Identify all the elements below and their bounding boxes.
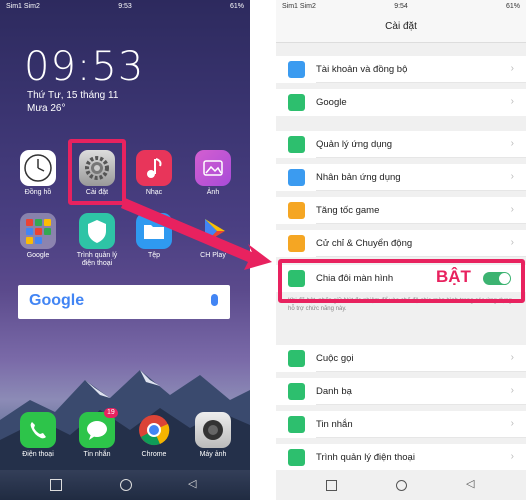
- settings-screen: Sim1 Sim2 9:54 61% Cài đặt Tài khoản và …: [276, 0, 526, 500]
- settings-row-app-clone[interactable]: Nhân bản ứng dụng ›: [276, 164, 526, 191]
- chevron-right-icon: ›: [510, 204, 514, 215]
- hand-gesture-icon: [288, 235, 305, 252]
- row-label: Cử chỉ & Chuyển động: [316, 238, 413, 249]
- row-label: Danh bạ: [316, 386, 352, 397]
- message-icon: [288, 416, 305, 433]
- settings-row-accounts[interactable]: Tài khoản và đồng bộ ›: [276, 56, 526, 83]
- shield-icon: [288, 449, 305, 466]
- google-icon: [288, 94, 305, 111]
- settings-row-game-boost[interactable]: Tăng tốc game ›: [276, 197, 526, 224]
- clone-icon: [288, 169, 305, 186]
- settings-row-phone-manager[interactable]: Trình quản lý điện thoại ›: [276, 444, 526, 471]
- settings-row-google[interactable]: Google ›: [276, 89, 526, 116]
- back-icon[interactable]: ◁: [466, 477, 474, 490]
- row-label: Nhân bản ứng dụng: [316, 172, 401, 183]
- chevron-right-icon: ›: [510, 451, 514, 462]
- row-label: Tin nhắn: [316, 419, 353, 430]
- chevron-right-icon: ›: [510, 418, 514, 429]
- battery-label: 61%: [505, 3, 520, 10]
- gamepad-icon: [288, 202, 305, 219]
- settings-row-app-management[interactable]: Quản lý ứng dụng ›: [276, 131, 526, 158]
- status-bar: Sim1 Sim2 9:54 61%: [276, 0, 526, 14]
- row-label: Cuộc gọi: [316, 353, 354, 364]
- toggle-knob: [499, 273, 510, 284]
- home-button[interactable]: [396, 480, 407, 491]
- phone-icon: [288, 350, 305, 367]
- chevron-right-icon: ›: [510, 352, 514, 363]
- contacts-icon: [288, 383, 305, 400]
- apps-grid-icon: [288, 136, 305, 153]
- chevron-right-icon: ›: [510, 96, 514, 107]
- row-label: Quản lý ứng dụng: [316, 139, 393, 150]
- row-label: Trình quản lý điện thoại: [316, 452, 415, 463]
- split-screen-toggle[interactable]: [483, 272, 511, 285]
- account-icon: [288, 61, 305, 78]
- chevron-right-icon: ›: [510, 63, 514, 74]
- settings-row-messages[interactable]: Tin nhắn ›: [276, 411, 526, 438]
- row-label: Google: [316, 97, 347, 108]
- row-label: Tài khoản và đồng bộ: [316, 64, 408, 75]
- on-annotation: BẬT: [436, 267, 471, 286]
- chevron-right-icon: ›: [510, 171, 514, 182]
- page-title: Cài đặt: [276, 14, 526, 43]
- chevron-right-icon: ›: [510, 385, 514, 396]
- status-time: 9:54: [394, 3, 408, 10]
- recents-button[interactable]: [326, 480, 337, 491]
- settings-row-contacts[interactable]: Danh bạ ›: [276, 378, 526, 405]
- settings-row-gestures[interactable]: Cử chỉ & Chuyển động ›: [276, 230, 526, 257]
- chevron-right-icon: ›: [510, 138, 514, 149]
- row-label: Tăng tốc game: [316, 205, 380, 216]
- nav-bar: ◁: [276, 470, 526, 500]
- settings-row-calls[interactable]: Cuộc gọi ›: [276, 345, 526, 372]
- chevron-right-icon: ›: [510, 237, 514, 248]
